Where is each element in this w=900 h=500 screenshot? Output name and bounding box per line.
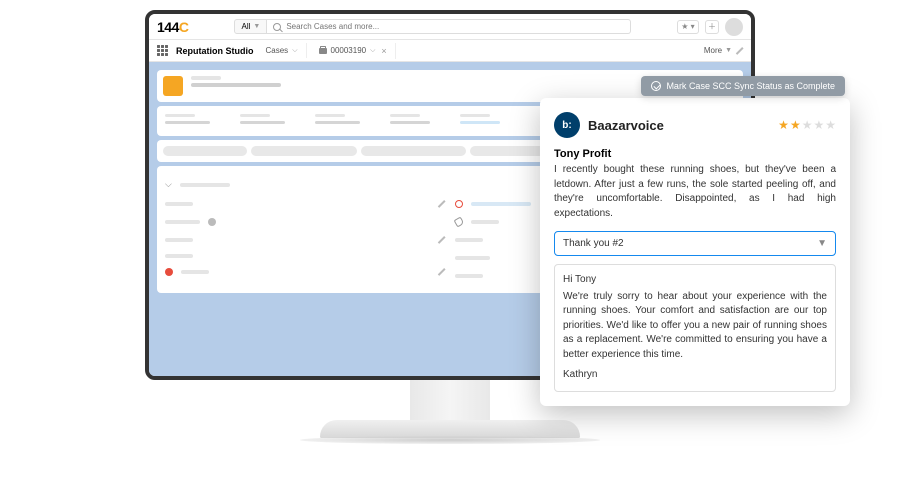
- user-avatar[interactable]: [725, 18, 743, 36]
- info-icon: [208, 218, 216, 226]
- tab-cases[interactable]: Cases ⌵: [258, 43, 307, 58]
- briefcase-icon: [319, 48, 327, 54]
- top-bar: 144C All ▼ ★ ▾ ＋: [149, 14, 751, 40]
- template-selected-label: Thank you #2: [563, 238, 624, 249]
- top-actions: ★ ▾ ＋: [677, 18, 743, 36]
- app-launcher-icon[interactable]: [157, 45, 168, 56]
- favorites-button[interactable]: ★ ▾: [677, 20, 699, 34]
- search-box: [267, 19, 631, 34]
- star-rating: ★ ★ ★ ★ ★: [778, 118, 836, 132]
- review-header: b: Baazarvoice ★ ★ ★ ★ ★: [554, 112, 836, 138]
- phone-icon: [454, 217, 465, 228]
- warning-icon: [455, 200, 463, 208]
- search-icon: [273, 23, 281, 31]
- monitor-stand-neck: [410, 380, 490, 420]
- review-source-name: Baazarvoice: [588, 118, 664, 133]
- star-icon: ★: [790, 118, 801, 132]
- field-row: [165, 213, 445, 231]
- response-signoff: Kathryn: [563, 368, 827, 383]
- pencil-icon[interactable]: [735, 47, 743, 55]
- chevron-down-icon[interactable]: ⌵: [165, 179, 172, 190]
- check-circle-icon: [651, 81, 661, 91]
- chevron-down-icon: ▼: [253, 23, 260, 30]
- chevron-down-icon: ▼: [817, 238, 827, 249]
- record-type-icon: [163, 76, 183, 96]
- reviewer-name: Tony Profit: [554, 148, 836, 160]
- pencil-icon[interactable]: [437, 236, 445, 244]
- search-scope-dropdown[interactable]: All ▼: [234, 19, 267, 34]
- star-icon: ★: [802, 118, 813, 132]
- response-template-select[interactable]: Thank you #2 ▼: [554, 231, 836, 256]
- sync-button-label: Mark Case SCC Sync Status as Complete: [666, 81, 835, 91]
- field-row: [165, 263, 445, 281]
- add-button[interactable]: ＋: [705, 20, 719, 34]
- response-text-box[interactable]: Hi Tony We're truly sorry to hear about …: [554, 264, 836, 392]
- pencil-icon[interactable]: [437, 200, 445, 208]
- field-row: [165, 231, 445, 249]
- star-icon: ★: [813, 118, 824, 132]
- logo-accent: C: [179, 19, 189, 35]
- star-icon: ★: [825, 118, 836, 132]
- field-row: [165, 195, 445, 213]
- monitor-shadow: [300, 436, 600, 444]
- tab-case-number: 00003190: [331, 46, 367, 55]
- star-icon: ★: [778, 118, 789, 132]
- logo-text: 144: [157, 19, 179, 35]
- review-body: I recently bought these running shoes, b…: [554, 163, 836, 221]
- chevron-down-icon: ⌵: [292, 47, 297, 55]
- nav-more-label: More: [704, 46, 722, 55]
- nav-more[interactable]: More ▼: [704, 46, 743, 55]
- close-tab-icon[interactable]: ×: [381, 46, 386, 56]
- search-input[interactable]: [286, 22, 624, 31]
- response-greeting: Hi Tony: [563, 273, 827, 288]
- mark-sync-complete-button[interactable]: Mark Case SCC Sync Status as Complete: [641, 76, 845, 96]
- tab-cases-label: Cases: [266, 46, 289, 55]
- pencil-icon[interactable]: [437, 268, 445, 276]
- app-name: Reputation Studio: [176, 46, 254, 56]
- app-logo: 144C: [157, 19, 188, 35]
- status-dot-icon: [165, 268, 173, 276]
- chevron-down-icon: ⌵: [370, 47, 375, 55]
- review-popover: b: Baazarvoice ★ ★ ★ ★ ★ Tony Profit I r…: [540, 98, 850, 406]
- tab-case-record[interactable]: 00003190 ⌵ ×: [311, 43, 396, 59]
- search-scope-label: All: [241, 22, 250, 31]
- global-search: All ▼: [234, 19, 631, 34]
- nav-bar: Reputation Studio Cases ⌵ 00003190 ⌵ × M…: [149, 40, 751, 62]
- bazaarvoice-logo-icon: b:: [554, 112, 580, 138]
- response-body: We're truly sorry to hear about your exp…: [563, 290, 827, 363]
- chevron-down-icon: ▼: [725, 47, 732, 54]
- field-row: [165, 249, 445, 263]
